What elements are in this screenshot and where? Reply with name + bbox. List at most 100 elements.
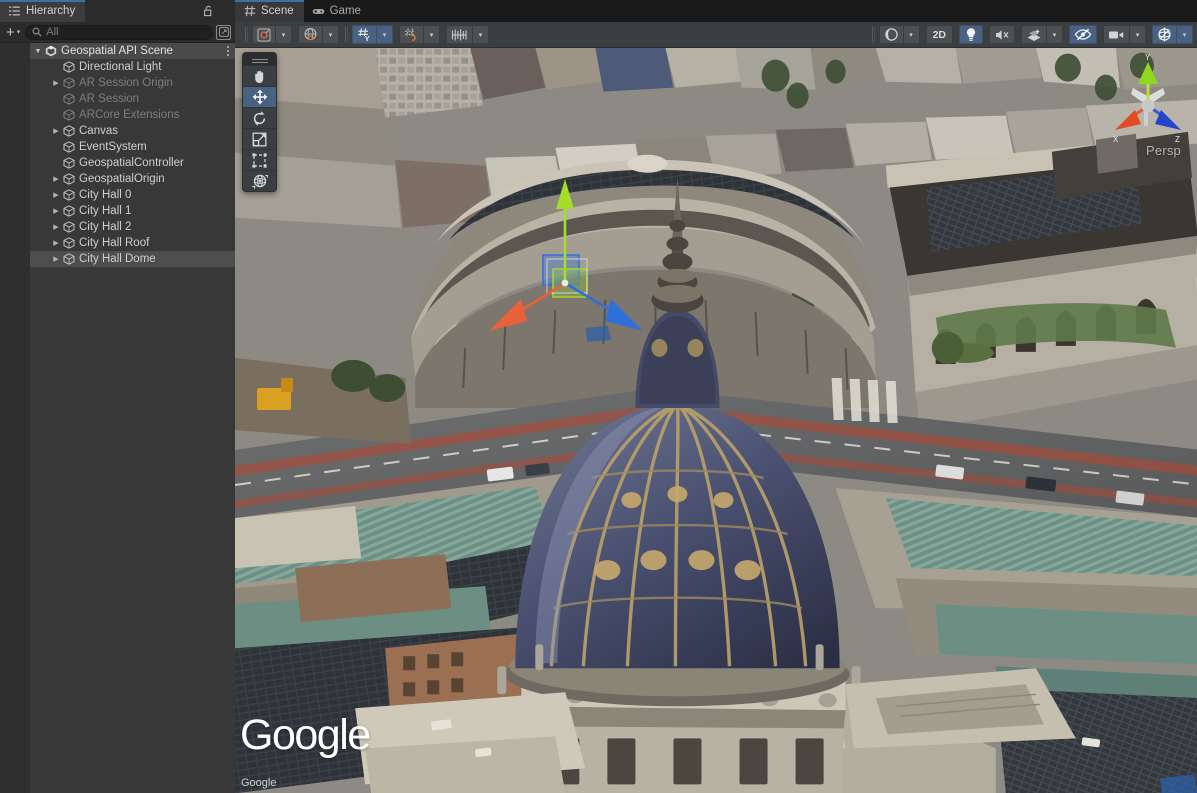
gameobject-icon [62, 157, 76, 169]
rect-tool[interactable] [243, 149, 276, 170]
chevron-right-icon[interactable]: ▶ [50, 79, 62, 87]
gameobject-icon [62, 77, 76, 89]
gameobject-icon [62, 93, 76, 105]
globe-wire-icon[interactable] [298, 25, 323, 44]
chevron-down-icon[interactable]: ▾ [276, 25, 292, 44]
tab-scene[interactable]: Scene [235, 0, 304, 22]
tree-row[interactable]: ▼Geospatial API Scene [0, 43, 235, 59]
chevron-down-icon[interactable]: ▾ [904, 25, 920, 44]
hierarchy-menu-kebab-icon[interactable] [217, 0, 235, 22]
tree-row[interactable]: AR Session [0, 91, 235, 107]
shaded-sphere-icon[interactable] [879, 25, 904, 44]
tree-row[interactable]: ▶City Hall 0 [0, 187, 235, 203]
chevron-right-icon[interactable]: ▶ [50, 239, 62, 247]
grid-opacity-icon[interactable] [446, 25, 473, 44]
tree-row-label: ARCore Extensions [79, 109, 179, 121]
transform-move-gizmo[interactable] [475, 173, 675, 348]
tree-row-menu-kebab-icon[interactable] [227, 43, 229, 59]
tree-row[interactable]: ▶City Hall Roof [0, 235, 235, 251]
tree-row[interactable]: ▶ City Hall Dome [0, 251, 235, 267]
projection-mode-label[interactable]: Persp [1146, 143, 1181, 158]
chevron-right-icon[interactable]: ▶ [50, 127, 62, 135]
scale-tool[interactable] [243, 128, 276, 149]
gameobject-icon [62, 173, 76, 185]
create-object-button[interactable]: + ▾ [4, 25, 22, 40]
grid-axis-dropdown[interactable]: Y ▾ [352, 25, 393, 44]
tree-gutter [0, 235, 30, 251]
gameobject-icon [62, 141, 76, 153]
chevron-down-icon[interactable]: ▾ [377, 25, 393, 44]
tree-row[interactable]: ▶Canvas [0, 123, 235, 139]
scene-tabbar-spacer [371, 0, 1179, 22]
tree-row-label: GeospatialOrigin [79, 173, 165, 185]
effects-icon[interactable] [1021, 25, 1047, 44]
grid-visibility-dropdown[interactable]: ▾ [446, 25, 489, 44]
tree-row[interactable]: Directional Light [0, 59, 235, 75]
hierarchy-tabbar: Hierarchy [0, 0, 235, 22]
snap-increment-dropdown[interactable]: ▾ [399, 25, 440, 44]
tree-row[interactable]: ▶ GeospatialOrigin [0, 171, 235, 187]
lock-open-icon[interactable] [199, 0, 217, 22]
chevron-down-icon[interactable]: ▾ [1177, 25, 1193, 44]
gameobject-icon [62, 253, 76, 265]
tree-row[interactable]: EventSystem [0, 139, 235, 155]
tree-row-label: City Hall Dome [79, 253, 156, 265]
chevron-right-icon[interactable]: ▶ [50, 175, 62, 183]
chevron-down-icon[interactable]: ▾ [473, 25, 489, 44]
tree-gutter [0, 219, 30, 235]
gameobject-icon [62, 221, 76, 233]
object-visibility-icon[interactable] [216, 25, 231, 40]
grid-snap-icon[interactable] [399, 25, 424, 44]
fx-dropdown[interactable]: ▾ [1021, 25, 1063, 44]
chevron-right-icon[interactable]: ▶ [50, 191, 62, 199]
tree-row[interactable]: ARCore Extensions [0, 107, 235, 123]
tree-row-label: EventSystem [79, 141, 147, 153]
gizmos-toggle-dropdown[interactable]: ▾ [1152, 25, 1193, 44]
google-watermark-secondary: Google [241, 777, 276, 789]
shading-mode-dropdown[interactable]: ▾ [879, 25, 920, 44]
hidden-objects-toggle[interactable] [1069, 25, 1097, 44]
chevron-down-icon[interactable]: ▾ [424, 25, 440, 44]
tree-row-label: AR Session Origin [79, 77, 173, 89]
transform-tool[interactable] [243, 170, 276, 191]
tree-gutter [0, 187, 30, 203]
chevron-right-icon[interactable]: ▶ [50, 223, 62, 231]
chevron-down-icon[interactable]: ▾ [1047, 25, 1063, 44]
camera-icon[interactable] [1103, 25, 1130, 44]
scene-viewport[interactable]: Y X Z Persp Google Google [235, 48, 1197, 793]
chevron-down-icon[interactable]: ▼ [32, 48, 44, 55]
search-input[interactable]: All [25, 25, 213, 40]
draw-mode-dropdown[interactable]: ▾ [252, 25, 292, 44]
aerial-3d-tiles-render [235, 48, 1197, 793]
tab-game[interactable]: Game [304, 0, 371, 22]
toolbar-separator-1 [245, 27, 246, 42]
chevron-down-icon[interactable]: ▾ [1130, 25, 1146, 44]
tree-row[interactable]: ▶ AR Session Origin [0, 75, 235, 91]
move-tool[interactable] [243, 86, 276, 107]
tree-row[interactable]: GeospatialController [0, 155, 235, 171]
shaded-sphere-icon[interactable] [252, 25, 276, 44]
chevron-right-icon[interactable]: ▶ [50, 207, 62, 215]
tree-row[interactable]: ▶City Hall 2 [0, 219, 235, 235]
scene-menu-kebab-icon[interactable] [1179, 0, 1197, 22]
grid-y-axis-icon[interactable]: Y [352, 25, 377, 44]
google-watermark-primary: Google [240, 711, 370, 760]
tool-palette-grip[interactable] [243, 53, 276, 65]
chevron-right-icon[interactable]: ▶ [50, 255, 62, 263]
chevron-down-icon[interactable]: ▾ [323, 25, 339, 44]
gameobject-icon [62, 237, 76, 249]
2d-button[interactable]: 2D [926, 25, 953, 44]
2d-3d-toggle-dropdown[interactable]: ▾ [298, 25, 339, 44]
tab-hierarchy[interactable]: Hierarchy [0, 0, 85, 22]
scene-audio-toggle[interactable] [989, 25, 1015, 44]
gizmos-globe-icon[interactable] [1152, 25, 1177, 44]
hand-tool[interactable] [243, 65, 276, 86]
tree-row[interactable]: ▶City Hall 1 [0, 203, 235, 219]
unity-scene-icon [44, 45, 57, 57]
hierarchy-list-icon [8, 5, 21, 18]
scene-lighting-toggle[interactable] [959, 25, 983, 44]
tab-hierarchy-label: Hierarchy [26, 5, 75, 17]
rotate-tool[interactable] [243, 107, 276, 128]
camera-settings-dropdown[interactable]: ▾ [1103, 25, 1146, 44]
scene-panel: Scene Game [235, 0, 1197, 793]
